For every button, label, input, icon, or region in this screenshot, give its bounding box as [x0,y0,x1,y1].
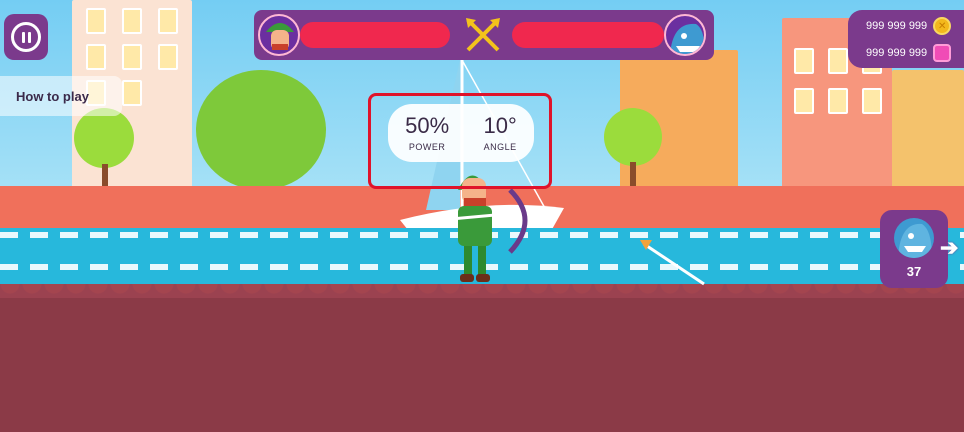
archer-face-icon [266,23,294,50]
next-opponent-card[interactable]: 37 [880,210,948,288]
how-to-play-button[interactable]: How to play [0,76,122,116]
pause-icon [11,22,41,52]
player-avatar [258,14,300,56]
opponent-health-bar [512,22,664,48]
currency-panel: 999 999 999 ✕ 999 999 999 [848,10,964,68]
ground [0,298,964,432]
tree-trunk [630,162,636,188]
bush [196,70,326,190]
gem-icon[interactable] [933,44,952,62]
arrow-right-icon[interactable]: ➔ [940,236,964,260]
building-far-right [892,70,964,190]
coin-icon[interactable]: ✕ [933,17,952,35]
fired-arrow [640,240,705,286]
tree-right [604,108,662,166]
highlight-box [368,93,552,189]
pause-button[interactable] [4,14,48,60]
player-health-bar [300,22,450,48]
tree-left [74,108,134,168]
shark-face-icon [894,218,934,258]
opponent-avatar [664,14,706,56]
health-bar-panel [254,10,714,60]
crossed-arrows-icon [466,18,500,52]
gem-count: 999 999 999 [866,47,928,59]
ground-edge [0,284,964,298]
opponent-count: 37 [906,264,922,279]
tree-trunk [102,164,108,188]
shark-face-icon [670,23,704,54]
coin-count: 999 999 999 [866,20,928,32]
